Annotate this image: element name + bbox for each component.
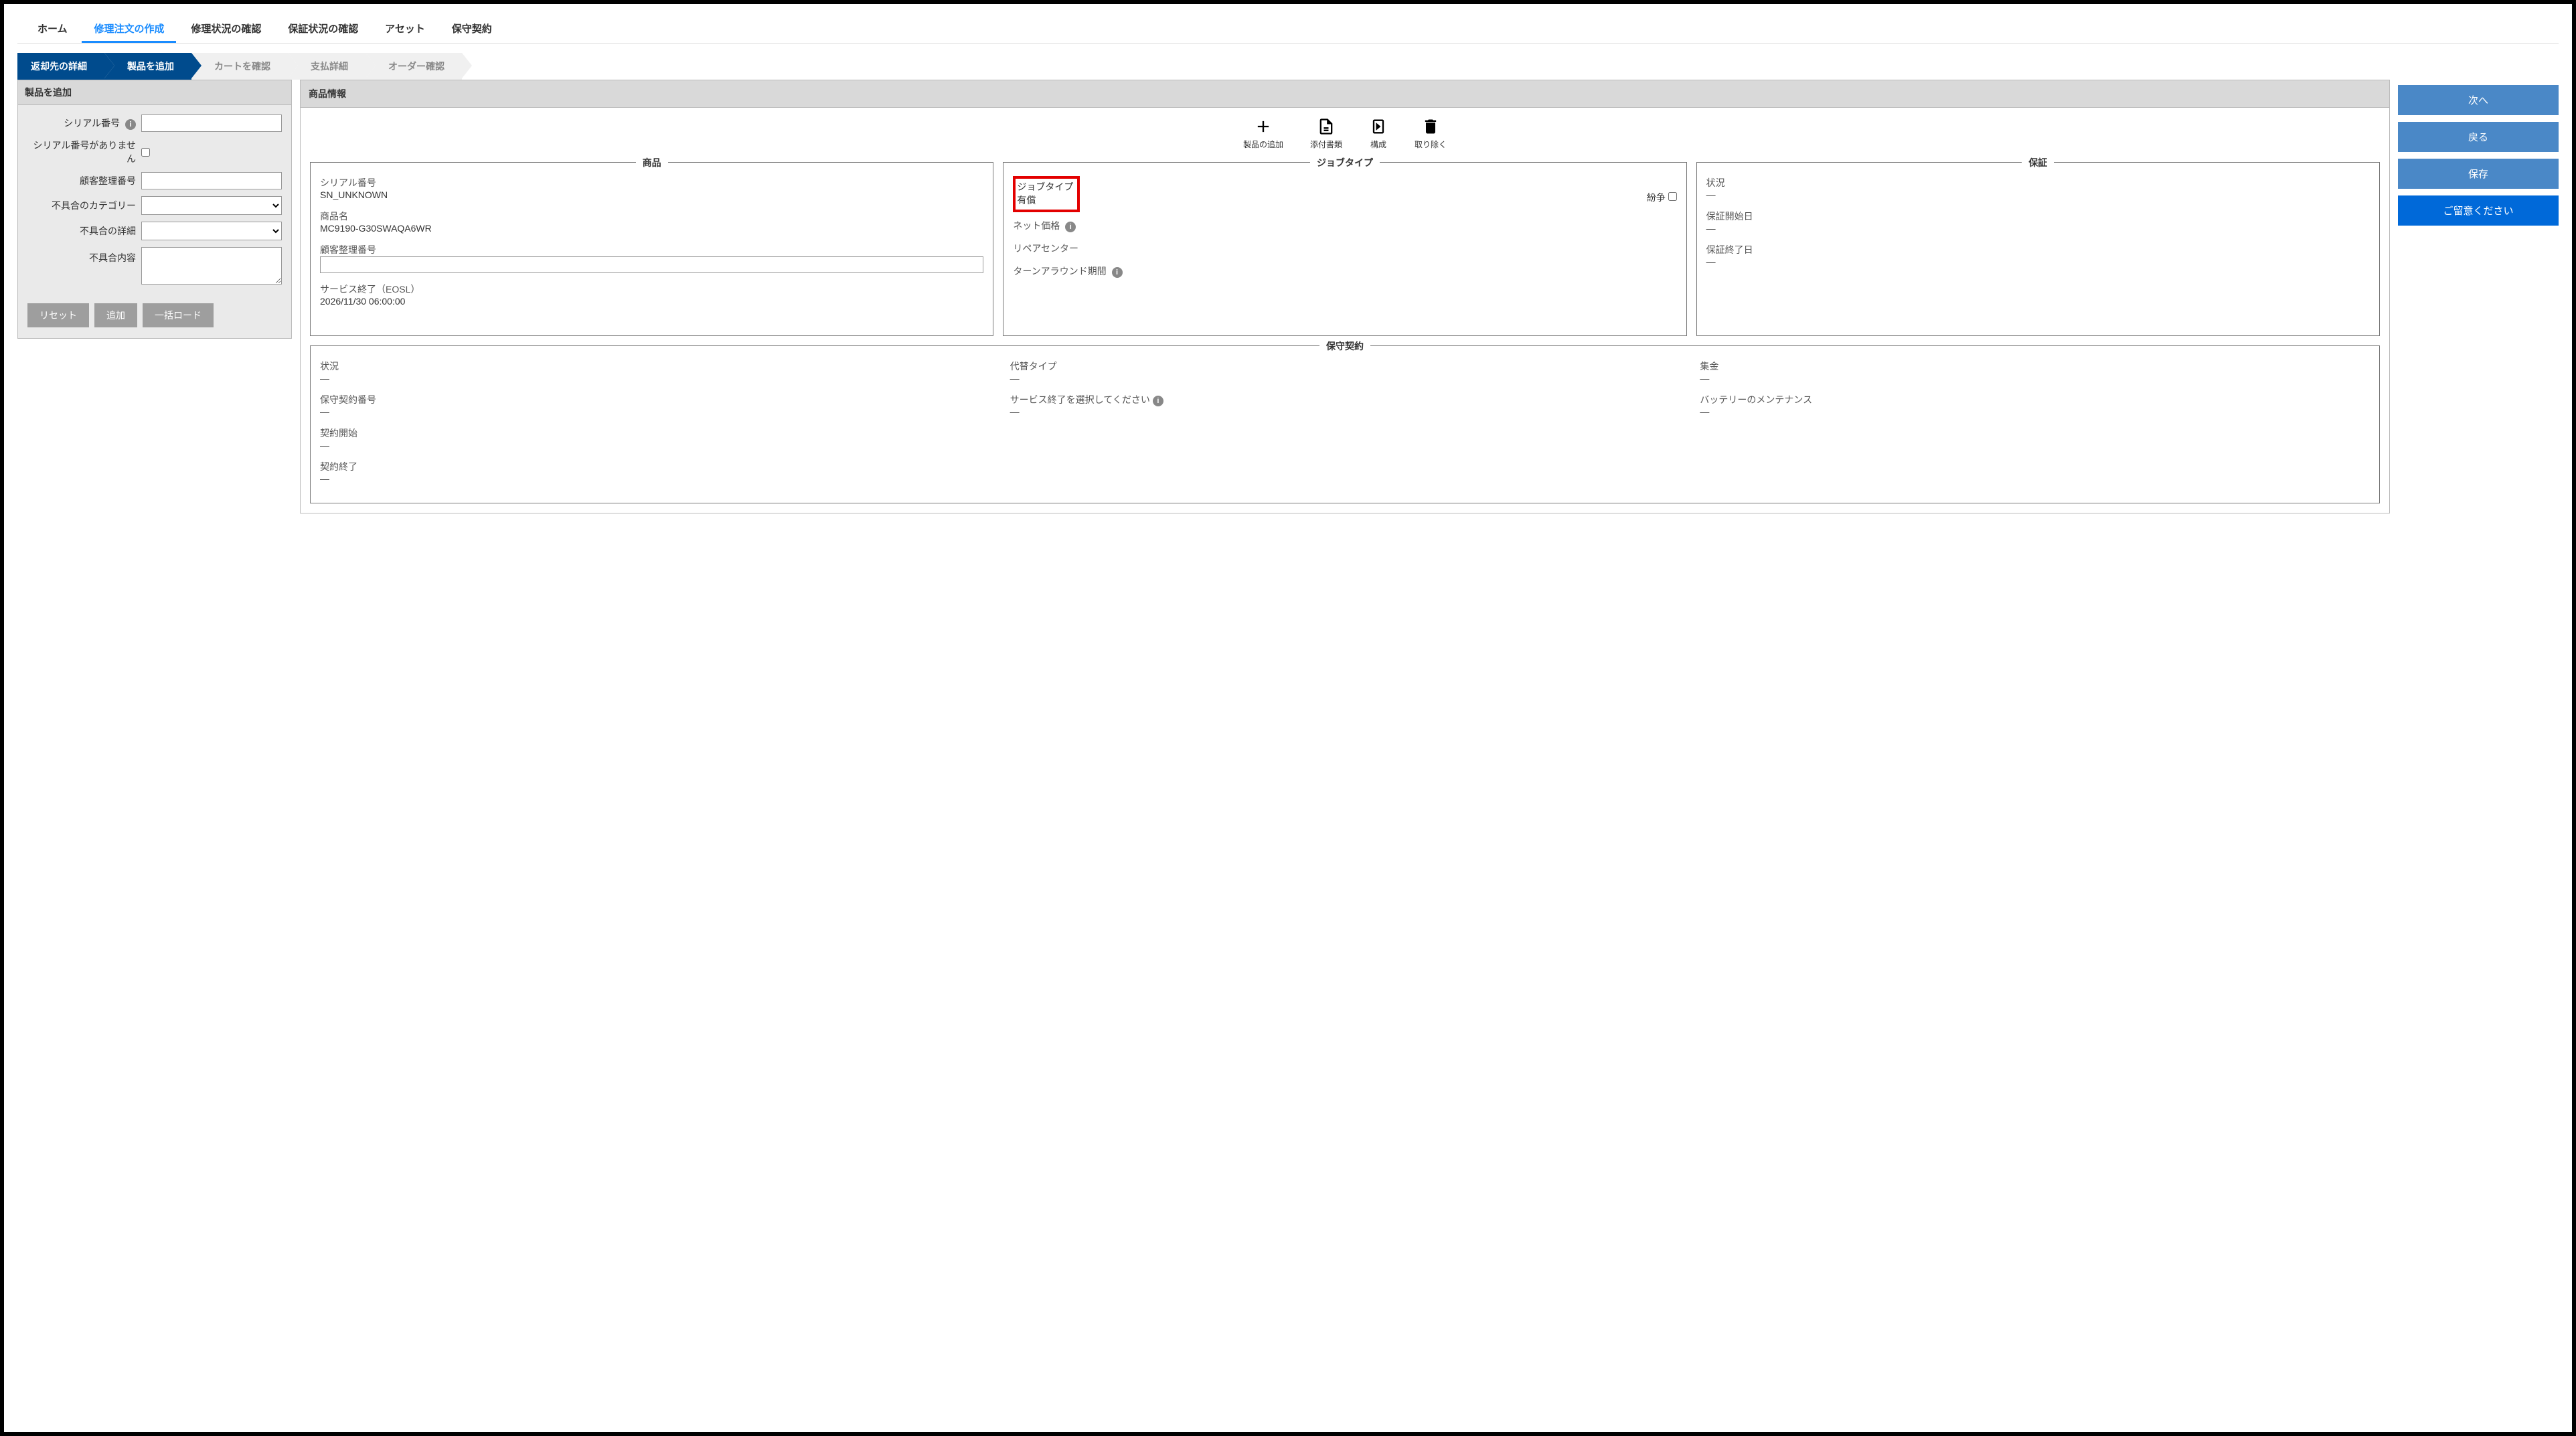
warranty-box-legend: 保証 — [2022, 156, 2054, 169]
product-box: 商品 シリアル番号 SN_UNKNOWN 商品名 MC9190-G30SWAQA… — [310, 162, 993, 336]
value-warranty-start: — — [1706, 223, 2370, 234]
info-icon[interactable]: i — [1112, 267, 1123, 278]
bulk-load-button[interactable]: 一括ロード — [143, 303, 214, 327]
add-product-panel-title: 製品を追加 — [18, 80, 291, 105]
problem-detail-select[interactable] — [141, 222, 282, 240]
label-eosl: サービス終了（EOSL） — [320, 283, 983, 296]
step-order-confirm: オーダー確認 — [366, 53, 462, 80]
label-serial-value: シリアル番号 — [320, 176, 983, 189]
problem-desc-textarea[interactable] — [141, 247, 282, 285]
value-contract-no: — — [320, 406, 990, 417]
label-select-eosl: サービス終了を選択してください — [1010, 394, 1150, 405]
product-toolbar: 製品の追加 添付書類 構成 取り除く — [301, 108, 2389, 157]
tab-repair-status[interactable]: 修理状況の確認 — [179, 16, 273, 41]
label-problem-category: 不具合のカテゴリー — [27, 199, 141, 212]
label-no-serial: シリアル番号がありません — [27, 139, 141, 165]
value-collect: — — [1700, 373, 2370, 384]
step-payment-detail: 支払詳細 — [288, 53, 366, 80]
product-box-legend: 商品 — [636, 156, 668, 169]
action-panel: 次へ 戻る 保存 ご留意ください — [2398, 80, 2559, 238]
jobtype-box: ジョブタイプ ジョブタイプ 有償 紛争 ネット価格 i — [1003, 162, 1686, 336]
contract-box: 保守契約 状況— 保守契約番号— 契約開始— 契約終了— 代替タイプ— サービス… — [310, 345, 2380, 503]
label-problem-desc: 不具合内容 — [27, 247, 141, 264]
tab-home[interactable]: ホーム — [25, 16, 80, 41]
tab-contract[interactable]: 保守契約 — [440, 16, 504, 41]
no-serial-checkbox[interactable] — [141, 148, 150, 157]
document-icon — [1317, 117, 1336, 136]
customer-ref-input[interactable] — [141, 172, 282, 189]
plus-icon — [1254, 117, 1273, 136]
label-replace-type: 代替タイプ — [1010, 360, 1680, 373]
back-button[interactable]: 戻る — [2398, 122, 2559, 152]
next-button[interactable]: 次へ — [2398, 85, 2559, 115]
jobtype-box-legend: ジョブタイプ — [1310, 156, 1380, 169]
label-customer-ref: 顧客整理番号 — [27, 174, 141, 187]
value-battery: — — [1700, 406, 2370, 417]
label-jobtype: ジョブタイプ — [1017, 180, 1073, 193]
note-button[interactable]: ご留意ください — [2398, 195, 2559, 226]
tab-asset[interactable]: アセット — [373, 16, 437, 41]
step-review-cart: カートを確認 — [191, 53, 288, 80]
product-info-title: 商品情報 — [301, 80, 2389, 108]
label-tat: ターンアラウンド期間 — [1013, 266, 1106, 276]
save-button[interactable]: 保存 — [2398, 159, 2559, 189]
progress-stepper: 返却先の詳細 製品を追加 カートを確認 支払詳細 オーダー確認 — [17, 53, 2559, 80]
product-info-panel: 商品情報 製品の追加 添付書類 構成 取り除く — [300, 80, 2390, 513]
value-eosl: 2026/11/30 06:00:00 — [320, 296, 983, 307]
label-warranty-start: 保証開始日 — [1706, 210, 2370, 223]
label-repair-center: リペアセンター — [1013, 242, 1676, 255]
value-select-eosl: — — [1010, 406, 1680, 417]
label-customer-ref-box: 顧客整理番号 — [320, 243, 983, 256]
tab-warranty-status[interactable]: 保証状況の確認 — [276, 16, 370, 41]
label-collect: 集金 — [1700, 360, 2370, 373]
label-contract-no: 保守契約番号 — [320, 393, 990, 406]
tool-configure[interactable]: 構成 — [1369, 117, 1388, 150]
dispute-checkbox[interactable] — [1668, 192, 1677, 201]
info-icon[interactable]: i — [1153, 396, 1163, 406]
label-battery: バッテリーのメンテナンス — [1700, 393, 2370, 406]
value-product-name: MC9190-G30SWAQA6WR — [320, 223, 983, 234]
configure-icon — [1369, 117, 1388, 136]
warranty-box: 保証 状況 — 保証開始日 — 保証終了日 — — [1696, 162, 2380, 336]
label-serial: シリアル番号 — [64, 118, 120, 129]
add-product-panel: 製品を追加 シリアル番号 i シリアル番号がありません 顧客整理番号 不具合のカ… — [17, 80, 292, 339]
label-problem-detail: 不具合の詳細 — [27, 224, 141, 238]
problem-category-select[interactable] — [141, 196, 282, 215]
info-icon[interactable]: i — [125, 119, 136, 130]
tool-add-product[interactable]: 製品の追加 — [1243, 117, 1283, 150]
label-net-price: ネット価格 — [1013, 220, 1060, 231]
value-jobtype: 有償 — [1017, 193, 1073, 207]
info-icon[interactable]: i — [1065, 222, 1076, 232]
tab-create-order[interactable]: 修理注文の作成 — [82, 16, 176, 43]
add-button[interactable]: 追加 — [94, 303, 137, 327]
label-dispute: 紛争 — [1647, 192, 1666, 203]
step-add-product[interactable]: 製品を追加 — [104, 53, 191, 80]
step-return-detail[interactable]: 返却先の詳細 — [17, 53, 104, 80]
value-contract-end: — — [320, 473, 990, 484]
reset-button[interactable]: リセット — [27, 303, 89, 327]
tool-remove[interactable]: 取り除く — [1415, 117, 1447, 150]
label-contract-start: 契約開始 — [320, 426, 990, 440]
value-replace-type: — — [1010, 373, 1680, 384]
main-tabs: ホーム 修理注文の作成 修理状況の確認 保証状況の確認 アセット 保守契約 — [17, 12, 2559, 44]
label-contract-end: 契約終了 — [320, 460, 990, 473]
value-serial: SN_UNKNOWN — [320, 189, 983, 200]
label-warranty-status: 状況 — [1706, 176, 2370, 189]
label-contract-status: 状況 — [320, 360, 990, 373]
value-warranty-status: — — [1706, 189, 2370, 200]
value-warranty-end: — — [1706, 256, 2370, 267]
value-contract-status: — — [320, 373, 990, 384]
jobtype-highlight: ジョブタイプ 有償 — [1013, 176, 1080, 212]
serial-input[interactable] — [141, 114, 282, 132]
label-warranty-end: 保証終了日 — [1706, 243, 2370, 256]
trash-icon — [1421, 117, 1440, 136]
tool-attachments[interactable]: 添付書類 — [1310, 117, 1342, 150]
label-product-name: 商品名 — [320, 210, 983, 223]
contract-box-legend: 保守契約 — [1319, 339, 1370, 353]
customer-ref-box-input[interactable] — [320, 256, 983, 273]
value-contract-start: — — [320, 440, 990, 451]
